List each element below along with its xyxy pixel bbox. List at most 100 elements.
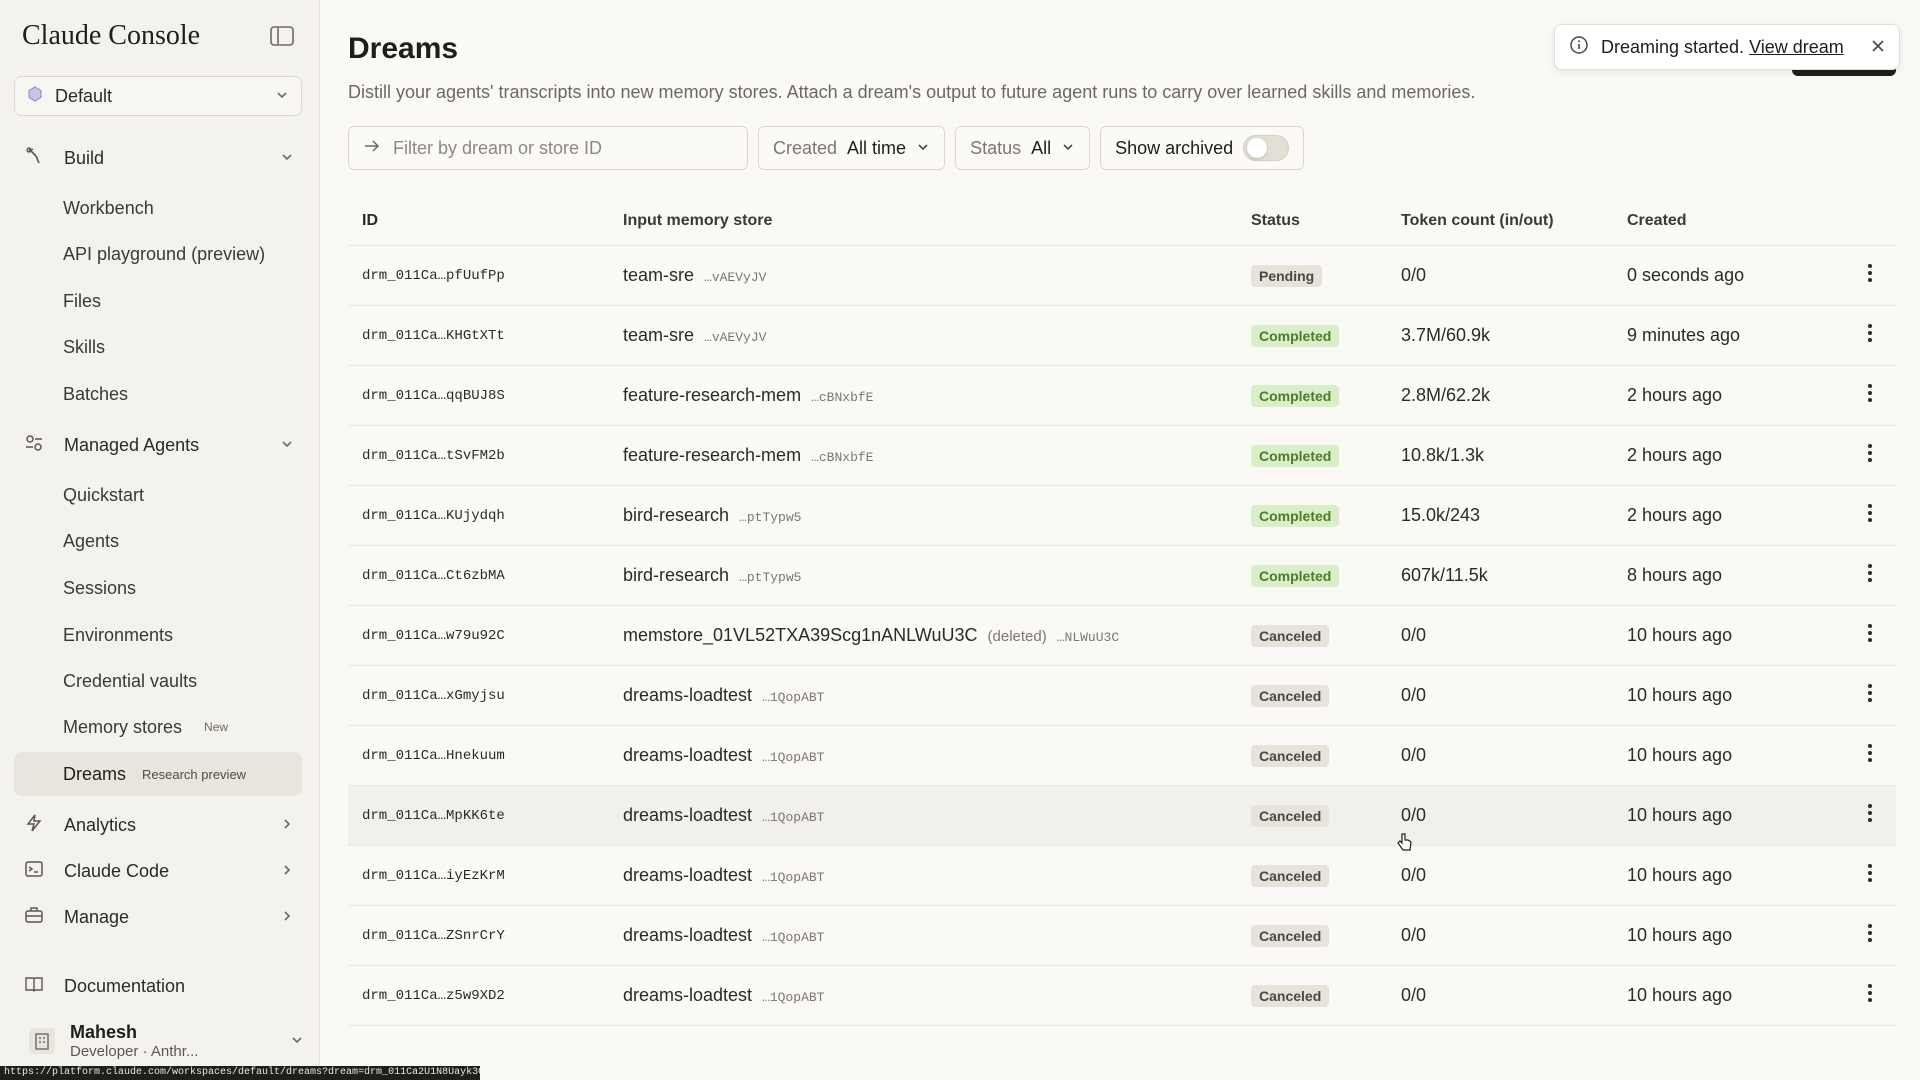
row-menu-button[interactable] xyxy=(1845,863,1895,888)
table-row[interactable]: drm_011Ca…Hnekuum dreams-loadtest …1QopABT… xyxy=(348,726,1896,786)
more-vertical-icon xyxy=(1867,803,1873,828)
row-menu-button[interactable] xyxy=(1845,743,1895,768)
sidebar-item-workbench[interactable]: Workbench xyxy=(63,191,154,225)
table-row[interactable]: drm_011Ca…KUjydqh bird-research …ptTypw5 Co… xyxy=(348,486,1896,546)
table-row[interactable]: drm_011Ca…xGmyjsu dreams-loadtest …1QopABT… xyxy=(348,666,1896,726)
more-vertical-icon xyxy=(1867,983,1873,1008)
table-row[interactable]: drm_011Ca…w79u92C memstore_01VL52TXA39Scg… xyxy=(348,606,1896,666)
status-cell: Canceled xyxy=(1251,924,1401,947)
status-badge: Pending xyxy=(1251,264,1323,287)
status-badge: Canceled xyxy=(1251,804,1330,827)
memory-store-name[interactable]: dreams-loadtest xyxy=(623,985,752,1006)
memory-store-name[interactable]: feature-research-mem xyxy=(623,385,801,406)
memory-store-id: …ptTypw5 xyxy=(739,510,802,525)
memory-store-name[interactable]: team-sre xyxy=(623,265,694,286)
row-menu-button[interactable] xyxy=(1845,623,1895,648)
column-header-store[interactable]: Input memory store xyxy=(623,212,1251,230)
nav-group-claude-code[interactable]: Claude Code xyxy=(14,851,304,891)
nav-group-analytics[interactable]: Analytics xyxy=(14,805,304,845)
status-cell: Canceled xyxy=(1251,744,1401,767)
column-header-created[interactable]: Created xyxy=(1627,212,1845,230)
sidebar-item-agents[interactable]: Agents xyxy=(63,524,119,558)
memory-store-name[interactable]: dreams-loadtest xyxy=(623,805,752,826)
table-row[interactable]: drm_011Ca…pfUufPp team-sre …vAEVyJV Pending… xyxy=(348,246,1896,306)
filter-label: Created xyxy=(773,137,838,158)
memory-store-cell: dreams-loadtest …1QopABT xyxy=(623,985,1251,1006)
memory-store-name[interactable]: dreams-loadtest xyxy=(623,685,752,706)
nav-group-manage[interactable]: Manage xyxy=(14,897,304,937)
more-vertical-icon xyxy=(1867,323,1873,348)
search-field[interactable] xyxy=(348,126,748,170)
row-menu-button[interactable] xyxy=(1845,563,1895,588)
sidebar-item-credential-vaults[interactable]: Credential vaults xyxy=(63,664,197,698)
chevron-down-icon xyxy=(290,1031,304,1052)
nav-documentation[interactable]: Documentation xyxy=(14,966,304,1006)
row-menu-button[interactable] xyxy=(1845,383,1895,408)
chevron-right-icon xyxy=(280,907,294,928)
memory-store-cell: feature-research-mem …cBNxbfE xyxy=(623,385,1251,406)
created-filter[interactable]: Created All time xyxy=(758,126,946,170)
status-cell: Completed xyxy=(1251,384,1401,407)
row-menu-button[interactable] xyxy=(1845,443,1895,468)
memory-store-name[interactable]: team-sre xyxy=(623,325,694,346)
dream-id: drm_011Ca…qqBUJ8S xyxy=(362,387,505,404)
memory-store-cell: bird-research …ptTypw5 xyxy=(623,565,1251,586)
nav-group-managed-agents[interactable]: Managed Agents xyxy=(14,425,304,465)
table-row[interactable]: drm_011Ca…MpKK6te dreams-loadtest …1QopABT… xyxy=(348,786,1896,846)
table-row[interactable]: drm_011Ca…tSvFM2b feature-research-mem …cB… xyxy=(348,426,1896,486)
search-input[interactable] xyxy=(393,137,733,159)
memory-store-name[interactable]: memstore_01VL52TXA39Scg1nANLWuU3C xyxy=(623,625,978,646)
memory-store-id: …1QopABT xyxy=(762,870,825,885)
sidebar-item-skills[interactable]: Skills xyxy=(63,330,105,364)
sidebar-item-dreams[interactable]: Dreams Research preview xyxy=(14,752,302,796)
row-menu-button[interactable] xyxy=(1845,983,1895,1008)
column-header-status[interactable]: Status xyxy=(1251,212,1401,230)
memory-store-cell: dreams-loadtest …1QopABT xyxy=(623,865,1251,886)
sidebar-toggle-icon[interactable] xyxy=(270,26,294,46)
table-row[interactable]: drm_011Ca…ZSnrCrY dreams-loadtest …1QopABT… xyxy=(348,906,1896,966)
workspace-select[interactable]: Default xyxy=(14,76,302,116)
memory-store-name[interactable]: feature-research-mem xyxy=(623,445,801,466)
memory-store-name[interactable]: dreams-loadtest xyxy=(623,925,752,946)
sidebar-item-api-playground[interactable]: API playground (preview) xyxy=(63,237,265,271)
status-filter[interactable]: Status All xyxy=(955,126,1091,170)
table-row[interactable]: drm_011Ca…KHGtXTt team-sre …vAEVyJV Complet… xyxy=(348,306,1896,366)
chevron-right-icon xyxy=(280,861,294,882)
filter-value: All xyxy=(1031,137,1052,158)
main-content: Dreams Distill your agents' transcripts … xyxy=(320,0,1920,1080)
row-menu-button[interactable] xyxy=(1845,923,1895,948)
show-archived-toggle[interactable] xyxy=(1243,135,1290,161)
row-menu-button[interactable] xyxy=(1845,683,1895,708)
sidebar-item-quickstart[interactable]: Quickstart xyxy=(63,478,144,512)
nav-group-label: Analytics xyxy=(64,814,137,835)
table-row[interactable]: drm_011Ca…z5w9XD2 dreams-loadtest …1QopABT… xyxy=(348,966,1896,1026)
sidebar-item-files[interactable]: Files xyxy=(63,284,101,318)
row-menu-button[interactable] xyxy=(1845,803,1895,828)
table-row[interactable]: drm_011Ca…qqBUJ8S feature-research-mem …cB… xyxy=(348,366,1896,426)
memory-store-name[interactable]: dreams-loadtest xyxy=(623,865,752,886)
column-header-tokens[interactable]: Token count (in/out) xyxy=(1401,212,1627,230)
nav-group-build[interactable]: Build xyxy=(14,138,304,178)
memory-store-name[interactable]: bird-research xyxy=(623,565,729,586)
terminal-icon xyxy=(24,859,44,884)
row-menu-button[interactable] xyxy=(1845,503,1895,528)
memory-store-name[interactable]: dreams-loadtest xyxy=(623,745,752,766)
table-row[interactable]: drm_011Ca…Ct6zbMA bird-research …ptTypw5 Co… xyxy=(348,546,1896,606)
table-row[interactable]: drm_011Ca…iyEzKrM dreams-loadtest …1QopABT… xyxy=(348,846,1896,906)
row-menu-button[interactable] xyxy=(1845,263,1895,288)
column-header-id[interactable]: ID xyxy=(348,212,623,230)
token-count: 607k/11.5k xyxy=(1401,565,1488,585)
view-dream-link[interactable]: View dream xyxy=(1749,37,1844,57)
memory-store-name[interactable]: bird-research xyxy=(623,505,729,526)
sidebar-item-memory-stores[interactable]: Memory stores New xyxy=(63,710,234,744)
memory-store-cell: team-sre …vAEVyJV xyxy=(623,265,1251,286)
row-menu-button[interactable] xyxy=(1845,323,1895,348)
close-icon[interactable] xyxy=(1871,37,1885,58)
user-menu[interactable]: Mahesh Developer · Anthr... xyxy=(14,1016,304,1066)
sidebar-item-environments[interactable]: Environments xyxy=(63,618,173,652)
dream-id: drm_011Ca…MpKK6te xyxy=(362,807,505,824)
status-cell: Canceled xyxy=(1251,984,1401,1007)
memory-store-id: …NLWuU3C xyxy=(1056,630,1120,645)
sidebar-item-sessions[interactable]: Sessions xyxy=(63,571,136,605)
sidebar-item-batches[interactable]: Batches xyxy=(63,377,128,411)
